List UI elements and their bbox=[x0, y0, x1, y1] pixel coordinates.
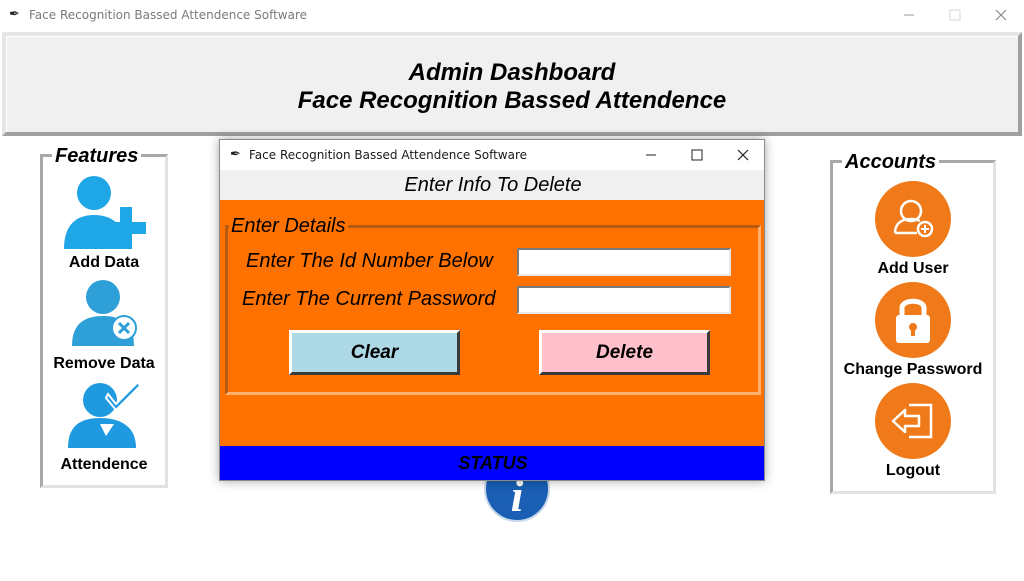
add-data-label: Add Data bbox=[68, 254, 140, 271]
status-bar: STATUS bbox=[220, 446, 764, 480]
logout-button[interactable] bbox=[875, 383, 951, 459]
dialog-feather-icon: ✒ bbox=[230, 146, 241, 161]
header-subtitle: Face Recognition Bassed Attendence bbox=[297, 87, 727, 114]
details-title: Enter Details bbox=[229, 215, 348, 238]
window-title-bar: ✒ Face Recognition Bassed Attendence Sof… bbox=[0, 0, 1024, 30]
delete-button[interactable]: Delete bbox=[539, 330, 710, 375]
id-number-input[interactable] bbox=[517, 248, 731, 276]
password-label: Enter The Current Password bbox=[242, 288, 496, 310]
window-title: Face Recognition Bassed Attendence Softw… bbox=[29, 8, 308, 22]
features-title: Features bbox=[52, 145, 142, 168]
user-check-icon bbox=[68, 380, 142, 448]
add-data-button[interactable] bbox=[62, 173, 146, 253]
close-button[interactable] bbox=[978, 0, 1024, 30]
dialog-maximize-button[interactable] bbox=[674, 140, 720, 170]
dialog-heading: Enter Info To Delete bbox=[220, 170, 764, 200]
remove-data-label: Remove Data bbox=[53, 355, 155, 372]
maximize-icon bbox=[691, 149, 703, 161]
header-title: Admin Dashboard bbox=[408, 59, 616, 86]
logout-icon bbox=[891, 403, 933, 439]
dashboard-header: Admin Dashboard Face Recognition Bassed … bbox=[2, 32, 1022, 136]
remove-user-icon bbox=[72, 280, 137, 346]
minimize-icon bbox=[904, 14, 914, 16]
maximize-button[interactable] bbox=[932, 0, 978, 30]
close-icon bbox=[995, 9, 1007, 21]
current-password-input[interactable] bbox=[517, 286, 731, 314]
dialog-title: Face Recognition Bassed Attendence Softw… bbox=[249, 148, 528, 162]
add-user-button[interactable] bbox=[875, 181, 951, 257]
remove-data-button[interactable] bbox=[70, 278, 140, 348]
maximize-icon bbox=[949, 9, 961, 21]
minimize-icon bbox=[646, 154, 656, 156]
add-user-circle-icon bbox=[893, 199, 934, 238]
attendence-button[interactable] bbox=[66, 380, 142, 450]
attendence-label: Attendence bbox=[60, 456, 148, 473]
lock-icon bbox=[896, 298, 930, 343]
change-password-button[interactable] bbox=[875, 282, 951, 358]
close-icon bbox=[737, 149, 749, 161]
accounts-title: Accounts bbox=[842, 151, 940, 174]
dialog-close-button[interactable] bbox=[720, 140, 764, 170]
app-feather-icon: ✒ bbox=[9, 6, 20, 21]
logout-label: Logout bbox=[885, 462, 941, 479]
minimize-button[interactable] bbox=[886, 0, 932, 30]
add-user-icon bbox=[64, 176, 146, 249]
clear-button[interactable]: Clear bbox=[289, 330, 460, 375]
add-user-label: Add User bbox=[877, 260, 949, 277]
id-label: Enter The Id Number Below bbox=[246, 250, 493, 272]
dialog-minimize-button[interactable] bbox=[628, 140, 674, 170]
delete-dialog: ✒ Face Recognition Bassed Attendence Sof… bbox=[219, 139, 765, 481]
dialog-title-bar: ✒ Face Recognition Bassed Attendence Sof… bbox=[220, 140, 764, 170]
change-password-label: Change Password bbox=[843, 361, 983, 378]
